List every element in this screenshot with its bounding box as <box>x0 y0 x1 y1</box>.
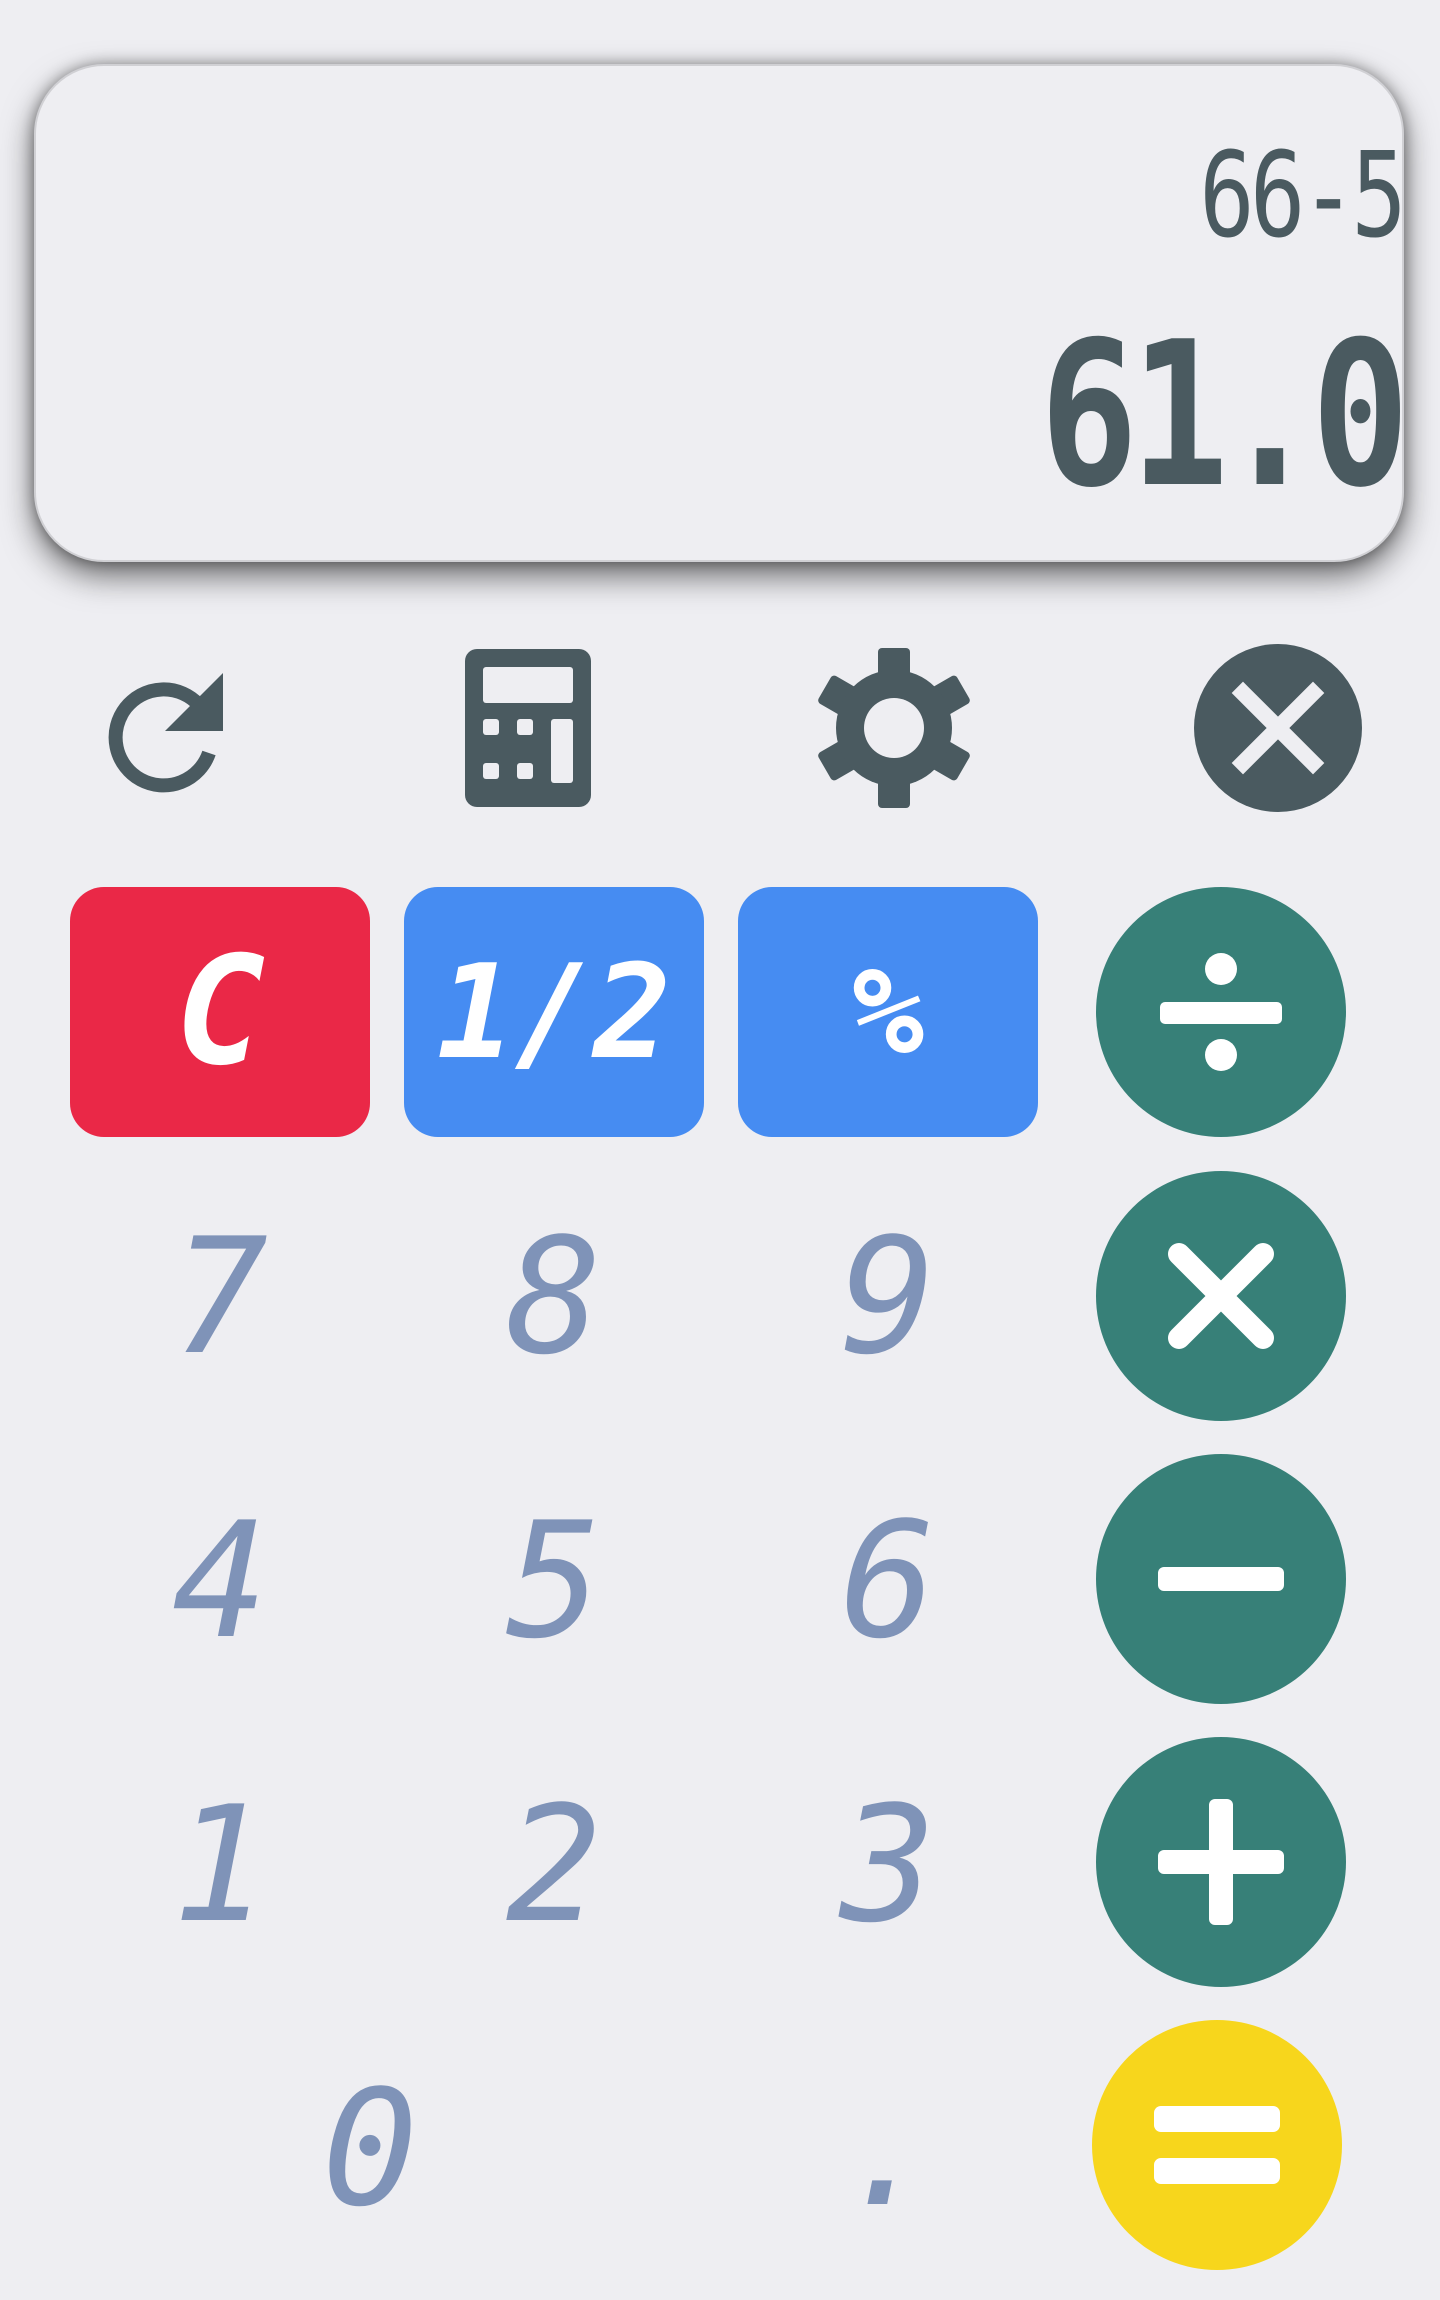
equals-icon <box>1154 2106 1280 2184</box>
digit-1-button[interactable]: 1 <box>70 1744 370 1984</box>
digit-1-label: 1 <box>171 1770 269 1958</box>
gear-icon <box>818 648 970 808</box>
clear-button[interactable]: C <box>70 887 370 1137</box>
digit-6-button[interactable]: 6 <box>738 1460 1038 1700</box>
digit-7-button[interactable]: 7 <box>70 1176 370 1416</box>
multiply-icon <box>1168 1243 1274 1349</box>
digit-9-label: 9 <box>839 1202 937 1390</box>
digit-8-button[interactable]: 8 <box>404 1176 704 1416</box>
subtract-button[interactable] <box>1096 1454 1346 1704</box>
half-button[interactable]: 1/2 <box>404 887 704 1137</box>
equals-button[interactable] <box>1092 2020 1342 2270</box>
digit-3-label: 3 <box>839 1770 937 1958</box>
percent-button[interactable]: % <box>738 887 1038 1137</box>
calculator-icon <box>465 649 591 807</box>
close-circle-icon <box>1194 644 1362 812</box>
digit-2-button[interactable]: 2 <box>404 1744 704 1984</box>
minus-icon <box>1158 1567 1284 1591</box>
digit-0-button[interactable]: 0 <box>220 2028 520 2268</box>
digit-5-label: 5 <box>505 1486 603 1674</box>
digit-7-label: 7 <box>171 1202 269 1390</box>
display-panel: 66-5 61.0 <box>34 64 1410 562</box>
digit-8-label: 8 <box>505 1202 603 1390</box>
digit-0-label: 0 <box>321 2054 419 2242</box>
clear-label: C <box>174 925 266 1099</box>
half-label: 1/2 <box>436 936 672 1088</box>
history-button[interactable] <box>72 638 252 818</box>
digit-3-button[interactable]: 3 <box>738 1744 1038 1984</box>
calculator-screen: 66-5 61.0 C 1/2 % 7 8 9 4 5 6 1 2 3 0 . <box>0 0 1440 2300</box>
percent-label: % <box>851 942 925 1082</box>
digit-2-label: 2 <box>505 1770 603 1958</box>
digit-5-button[interactable]: 5 <box>404 1460 704 1700</box>
digit-4-label: 4 <box>171 1486 269 1674</box>
calculator-mode-button[interactable] <box>438 638 618 818</box>
add-button[interactable] <box>1096 1737 1346 1987</box>
divide-button[interactable] <box>1096 887 1346 1137</box>
settings-button[interactable] <box>804 638 984 818</box>
divide-icon <box>1160 953 1282 1071</box>
decimal-button[interactable]: . <box>738 2028 1038 2268</box>
multiply-button[interactable] <box>1096 1171 1346 1421</box>
decimal-label: . <box>839 2054 937 2242</box>
result-text: 61.0 <box>1039 299 1410 532</box>
digit-9-button[interactable]: 9 <box>738 1176 1038 1416</box>
digit-6-label: 6 <box>839 1486 937 1674</box>
plus-icon <box>1158 1799 1284 1925</box>
expression-text: 66-5 <box>1199 126 1407 264</box>
digit-4-button[interactable]: 4 <box>70 1460 370 1700</box>
close-button[interactable] <box>1188 638 1368 818</box>
history-refresh-icon <box>108 673 223 793</box>
